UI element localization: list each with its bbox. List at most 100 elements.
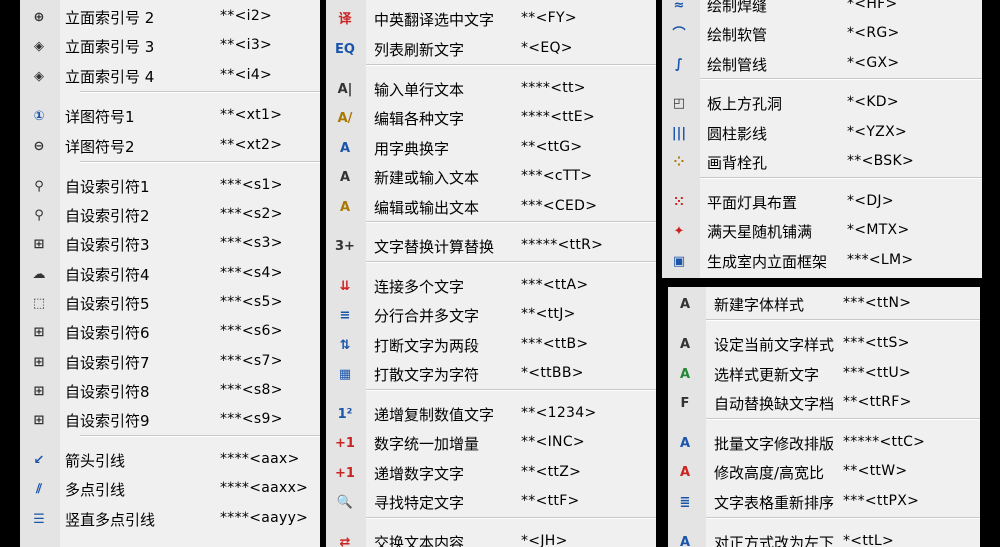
menu-item-label: 选样式更新文字 (714, 366, 820, 384)
menu-item-shortcut: *<GX> (847, 55, 900, 71)
menu-separator (706, 517, 980, 519)
menu-item-shortcut: *<ttBB> (521, 365, 584, 381)
sort-table-icon: ≣ (679, 494, 691, 510)
menu-item[interactable]: ⫽ 多点引线 ****<aaxx> (20, 474, 320, 503)
menu-separator (366, 389, 656, 391)
menu-item-shortcut: **<BSK> (847, 153, 914, 169)
menu-item-label: 自设索引符1 (65, 178, 150, 196)
hose-icon: ⌒ (672, 26, 686, 42)
menu-item[interactable]: A 用字典换字 **<ttG> (326, 133, 656, 162)
menu-item[interactable]: F 自动替换缺文字档 **<ttRF> (668, 388, 980, 417)
menu-item[interactable]: ⊞ 自设索引符3 ***<s3> (20, 229, 320, 258)
menu-item[interactable]: ⇅ 打断文字为两段 ***<ttB> (326, 330, 656, 359)
menu-item[interactable]: ≈ 绘制焊缝 *<HF> (662, 0, 982, 19)
menu-item-shortcut: ***<ttA> (521, 277, 589, 293)
menu-item[interactable]: ⊖ 详图符号2 **<xt2> (20, 131, 320, 160)
menu-item[interactable]: ☁ 自设索引符4 ***<s4> (20, 259, 320, 288)
menu-item[interactable]: A 设定当前文字样式 ***<ttS> (668, 329, 980, 358)
menu-item-shortcut: *<MTX> (847, 222, 910, 238)
menu-item[interactable]: 1² 递增复制数值文字 **<1234> (326, 399, 656, 428)
menu-item[interactable]: ↙ 箭头引线 ****<aax> (20, 445, 320, 474)
custom-index-icon: ⊞ (33, 324, 45, 340)
menu-item[interactable]: ⊞ 自设索引符9 ***<s9> (20, 405, 320, 434)
menu-item[interactable]: ◈ 立面索引号 3 **<i3> (20, 31, 320, 60)
menu-item[interactable]: A| 输入单行文本 ****<tt> (326, 74, 656, 103)
menu-item[interactable]: ⌒ 绘制软管 *<RG> (662, 19, 982, 48)
menu-separator (700, 78, 982, 80)
random-fill-icon: ✦ (673, 223, 685, 239)
menu-item[interactable]: A/编辑各种文字 ****<ttE> (326, 103, 656, 132)
elevation-index-icon: ◈ (34, 68, 44, 84)
menu-item-shortcut: *****<ttR> (521, 237, 604, 253)
menu-item-shortcut: *<RG> (847, 25, 900, 41)
menu-item[interactable]: ⊕ 立面索引号 2 **<i2> (20, 2, 320, 31)
menu-item[interactable]: ▣ 生成室内立面框架 ***<LM> (662, 246, 982, 275)
menu-item-shortcut: *<EQ> (521, 40, 573, 56)
menu-item-label: 自设索引符8 (65, 383, 150, 401)
menu-item[interactable]: ∫ 绘制管线 *<GX> (662, 49, 982, 78)
menu-item[interactable]: EQ 列表刷新文字 *<EQ> (326, 34, 656, 63)
menu-item[interactable]: ⊞ 自设索引符8 ***<s8> (20, 376, 320, 405)
menu-item-label: 多点引线 (65, 481, 126, 499)
menu-item[interactable]: ✦ 满天星随机铺满 *<MTX> (662, 216, 982, 245)
menu-item[interactable]: 译 中英翻译选中文字 **<FY> (326, 4, 656, 33)
square-hole-icon: ◰ (672, 95, 686, 111)
menu-item[interactable]: A 对正方式改为左下 *<ttL> (668, 527, 980, 547)
menu-item[interactable]: ☰ 竖直多点引线 ****<aayy> (20, 504, 320, 533)
menu-item-shortcut: ****<aaxx> (220, 480, 309, 496)
menu-item[interactable]: ⬚ 自设索引符5 ***<s5> (20, 288, 320, 317)
menu-item-label: 自设索引符6 (65, 324, 150, 342)
custom-index-icon: ⚲ (34, 178, 44, 194)
menu-item[interactable]: ⁘ 画背栓孔 **<BSK> (662, 147, 982, 176)
menu-item-shortcut: **<ttF> (521, 493, 580, 509)
menu-item[interactable]: A 编辑或输出文本 ***<CED> (326, 192, 656, 221)
menu-item-label: 画背栓孔 (707, 154, 768, 172)
custom-index-icon: ⬚ (32, 295, 46, 311)
menu-item[interactable]: ◈ 立面索引号 4 **<i4> (20, 61, 320, 90)
menu-item[interactable]: ⇄ 交换文本内容 *<JH> (326, 527, 656, 547)
menu-item[interactable]: ◰ 板上方孔洞 *<KD> (662, 88, 982, 117)
menu-item[interactable]: ⇊ 连接多个文字 ***<ttA> (326, 271, 656, 300)
menu-item-label: 打散文字为字符 (374, 366, 480, 384)
menu-item[interactable]: ⚲ 自设索引符2 ***<s2> (20, 200, 320, 229)
menu-item[interactable]: ⁙ 平面灯具布置 *<DJ> (662, 187, 982, 216)
menu-item[interactable]: A 批量文字修改排版 *****<ttC> (668, 428, 980, 457)
menu-item-shortcut: *<ttL> (843, 533, 895, 547)
menu-item[interactable]: ⚲ 自设索引符1 ***<s1> (20, 171, 320, 200)
menu-item[interactable]: A 新建字体样式 ***<ttN> (668, 289, 980, 318)
detail-symbol-icon: ⊖ (33, 138, 45, 154)
menu-item[interactable]: A 新建或输入文本 ***<cTT> (326, 162, 656, 191)
menu-item-label: 详图符号1 (65, 108, 135, 126)
menu-item[interactable]: A 修改高度/高宽比 **<ttW> (668, 457, 980, 486)
translate-icon: 译 (338, 11, 352, 27)
menu-item[interactable]: ⊞ 自设索引符6 ***<s6> (20, 317, 320, 346)
menu-item-label: 绘制管线 (707, 56, 768, 74)
menu-item-shortcut: ****<ttE> (521, 109, 595, 125)
menu-item-shortcut: **<ttJ> (521, 306, 576, 322)
menu-item[interactable]: ≡ 分行合并多文字 **<ttJ> (326, 300, 656, 329)
menu-item[interactable]: ① 详图符号1 **<xt1> (20, 101, 320, 130)
menu-item-shortcut: ****<aax> (220, 451, 300, 467)
menu-item-label: 立面索引号 4 (65, 68, 155, 86)
menu-item[interactable]: ▦ 打散文字为字符 *<ttBB> (326, 359, 656, 388)
menu-item[interactable]: ≣ 文字表格重新排序 ***<ttPX> (668, 487, 980, 516)
explode-text-icon: ▦ (338, 366, 352, 382)
menu-panel-2: 译 中英翻译选中文字 **<FY> EQ 列表刷新文字 *<EQ> A| 输入单行文本 ****… (326, 0, 656, 547)
menu-item[interactable]: ⊞ 自设索引符7 ***<s7> (20, 347, 320, 376)
menu-item-label: 打断文字为两段 (374, 337, 480, 355)
menu-separator (366, 221, 656, 223)
menu-item-shortcut: ***<s5> (220, 294, 283, 310)
menu-item[interactable]: +1 递增数字文字 **<ttZ> (326, 458, 656, 487)
menu-item[interactable]: ||| 圆柱影线 *<YZX> (662, 118, 982, 147)
update-style-icon: A (679, 366, 691, 382)
menu-item[interactable]: 3+ 文字替换计算替换 *****<ttR> (326, 231, 656, 260)
menu-item[interactable]: A 选样式更新文字 ***<ttU> (668, 359, 980, 388)
menu-item-shortcut: ****<aayy> (220, 510, 309, 526)
menu-item-label: 文字替换计算替换 (374, 238, 495, 256)
menu-item-shortcut: ***<s2> (220, 206, 283, 222)
menu-item[interactable]: 🔍 寻找特定文字 **<ttF> (326, 487, 656, 516)
menu-item-label: 详图符号2 (65, 138, 135, 156)
menu-item-label: 自设索引符4 (65, 266, 150, 284)
menu-item-shortcut: *<YZX> (847, 124, 907, 140)
menu-item[interactable]: +1 数字统一加增量 **<INC> (326, 428, 656, 457)
